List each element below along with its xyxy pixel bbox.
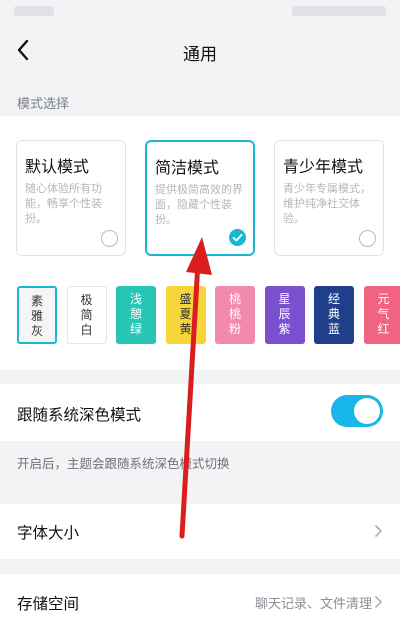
theme-swatch[interactable]: 星辰紫 xyxy=(264,286,305,344)
theme-swatch[interactable]: 元气红 xyxy=(363,286,400,344)
dark-mode-label: 跟随系统深色模式 xyxy=(17,406,142,424)
chevron-right-icon xyxy=(375,525,382,537)
font-size-label: 字体大小 xyxy=(17,524,80,542)
mode-card-teen[interactable]: 青少年模式 青少年专属模式，维护纯净社交体验。 xyxy=(274,140,384,256)
font-size-row[interactable]: 字体大小 xyxy=(0,504,400,559)
chevron-right-icon xyxy=(375,596,382,608)
theme-swatch[interactable]: 盛夏黄 xyxy=(165,286,206,344)
mode-card-simple[interactable]: 简洁模式 提供极简高效的界面，隐藏个性装扮。 xyxy=(145,140,255,256)
page-title: 通用 xyxy=(183,45,217,65)
status-bar-left-info xyxy=(14,6,54,16)
mode-radio-default[interactable] xyxy=(101,230,118,247)
mode-card-desc: 随心体验所有功能，畅享个性装扮。 xyxy=(25,182,102,225)
dark-mode-toggle[interactable] xyxy=(331,395,383,427)
header: 通用 xyxy=(0,26,400,78)
theme-swatch[interactable]: 经典蓝 xyxy=(314,286,354,344)
storage-label: 存储空间 xyxy=(17,595,80,613)
mode-card-title: 青少年模式 xyxy=(283,157,364,176)
mode-card-desc: 青少年专属模式，维护纯净社交体验。 xyxy=(283,182,371,225)
theme-swatch[interactable]: 极简白 xyxy=(66,286,107,344)
mode-card-title: 默认模式 xyxy=(25,157,90,176)
mode-radio-simple[interactable] xyxy=(229,229,246,246)
mode-card-default[interactable]: 默认模式 随心体验所有功能，畅享个性装扮。 xyxy=(16,140,126,256)
theme-swatch[interactable]: 素雅灰 xyxy=(17,286,57,344)
mode-card-title: 简洁模式 xyxy=(155,158,220,177)
status-bar xyxy=(0,0,400,26)
check-icon xyxy=(232,233,243,242)
status-bar-right-info xyxy=(292,6,386,16)
mode-section-label: 模式选择 xyxy=(17,97,70,112)
storage-value: 聊天记录、文件清理 xyxy=(254,597,372,612)
theme-swatch[interactable]: 桃桃粉 xyxy=(215,286,255,344)
mode-radio-teen[interactable] xyxy=(359,230,376,247)
mode-card-desc: 提供极简高效的界面，隐藏个性装扮。 xyxy=(155,183,243,226)
theme-swatch[interactable]: 浅憩绿 xyxy=(116,286,156,344)
toggle-knob xyxy=(354,398,380,424)
dark-mode-hint: 开启后，主题会跟随系统深色模式切换 xyxy=(17,456,230,471)
